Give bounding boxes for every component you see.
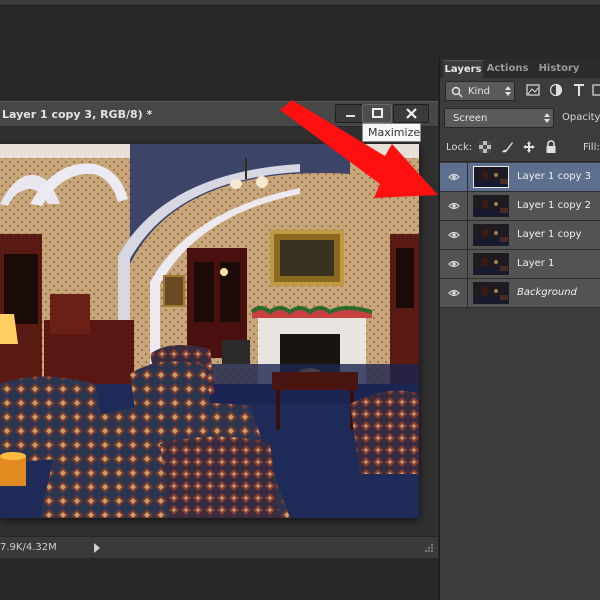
visibility-toggle[interactable] [440,221,468,249]
updown-arrow-icon [505,86,511,96]
layer-thumbnail-image [474,254,508,274]
layer-thumbnail-image [474,283,508,303]
layer-row[interactable]: Layer 1 copy [440,221,600,250]
lock-position-move-icon[interactable] [522,140,536,154]
tab-layers[interactable]: Layers [443,60,483,78]
layer-thumbnail[interactable] [473,166,509,188]
layer-name: Background [517,287,577,298]
layer-row[interactable]: Layer 1 copy 3 [440,163,600,192]
fill-label: Fill: [583,142,600,153]
layer-name: Layer 1 copy 3 [517,171,592,182]
lock-image-pixels-brush-icon[interactable] [500,140,514,154]
document-title: Layer 1 copy 3, RGB/8) * [2,108,153,121]
layer-thumbnail[interactable] [473,253,509,275]
lock-transparent-pixels-icon[interactable] [478,140,492,154]
opacity-label: Opacity: [562,112,600,123]
layer-name: Layer 1 [517,258,555,269]
tab-history[interactable]: History [536,60,582,78]
layer-row[interactable]: Layer 1 [440,250,600,279]
lock-all-padlock-icon[interactable] [544,140,558,154]
filter-kind-select[interactable]: Kind [445,81,515,101]
blend-mode-select[interactable]: Screen [444,108,554,128]
status-menu-arrow-icon[interactable] [94,543,100,553]
layer-name: Layer 1 copy [517,229,582,240]
layer-name: Layer 1 copy 2 [517,200,592,211]
layer-thumbnail-image [474,167,508,187]
layer-thumbnail-image [474,225,508,245]
visibility-toggle[interactable] [440,279,468,307]
tab-actions[interactable]: Actions [485,60,530,78]
layers-panel: Layers Actions History Kind Screen Opaci… [439,58,600,600]
updown-arrow-icon [544,113,550,123]
panel-divider [440,161,600,162]
layer-row[interactable]: Background [440,279,600,308]
eye-icon [448,231,460,239]
adjustment-filter-icon[interactable] [549,83,563,97]
shape-filter-icon[interactable] [592,83,600,97]
eye-icon [448,289,460,297]
layer-row[interactable]: Layer 1 copy 2 [440,192,600,221]
layer-thumbnail[interactable] [473,224,509,246]
resize-grip-icon[interactable] [424,543,434,553]
panel-tab-bar: Layers Actions History [440,58,600,78]
status-bar: 7.9K/4.32M [0,536,438,558]
layer-thumbnail[interactable] [473,282,509,304]
blend-mode-label: Screen [453,113,488,124]
layer-thumbnail-image [474,196,508,216]
options-bar-edge [0,0,600,6]
filter-kind-label: Kind [468,86,491,97]
pixel-filter-icon[interactable] [526,83,540,97]
visibility-toggle[interactable] [440,250,468,278]
search-icon [451,86,463,98]
layer-thumbnail[interactable] [473,195,509,217]
document-size-readout: 7.9K/4.32M [0,542,57,553]
red-annotation-arrow [280,100,438,198]
eye-icon [448,260,460,268]
photoshop-workspace: Layer 1 copy 3, RGB/8) * 7.9K/4.32M Maxi… [0,0,600,600]
type-filter-icon[interactable] [572,83,586,97]
